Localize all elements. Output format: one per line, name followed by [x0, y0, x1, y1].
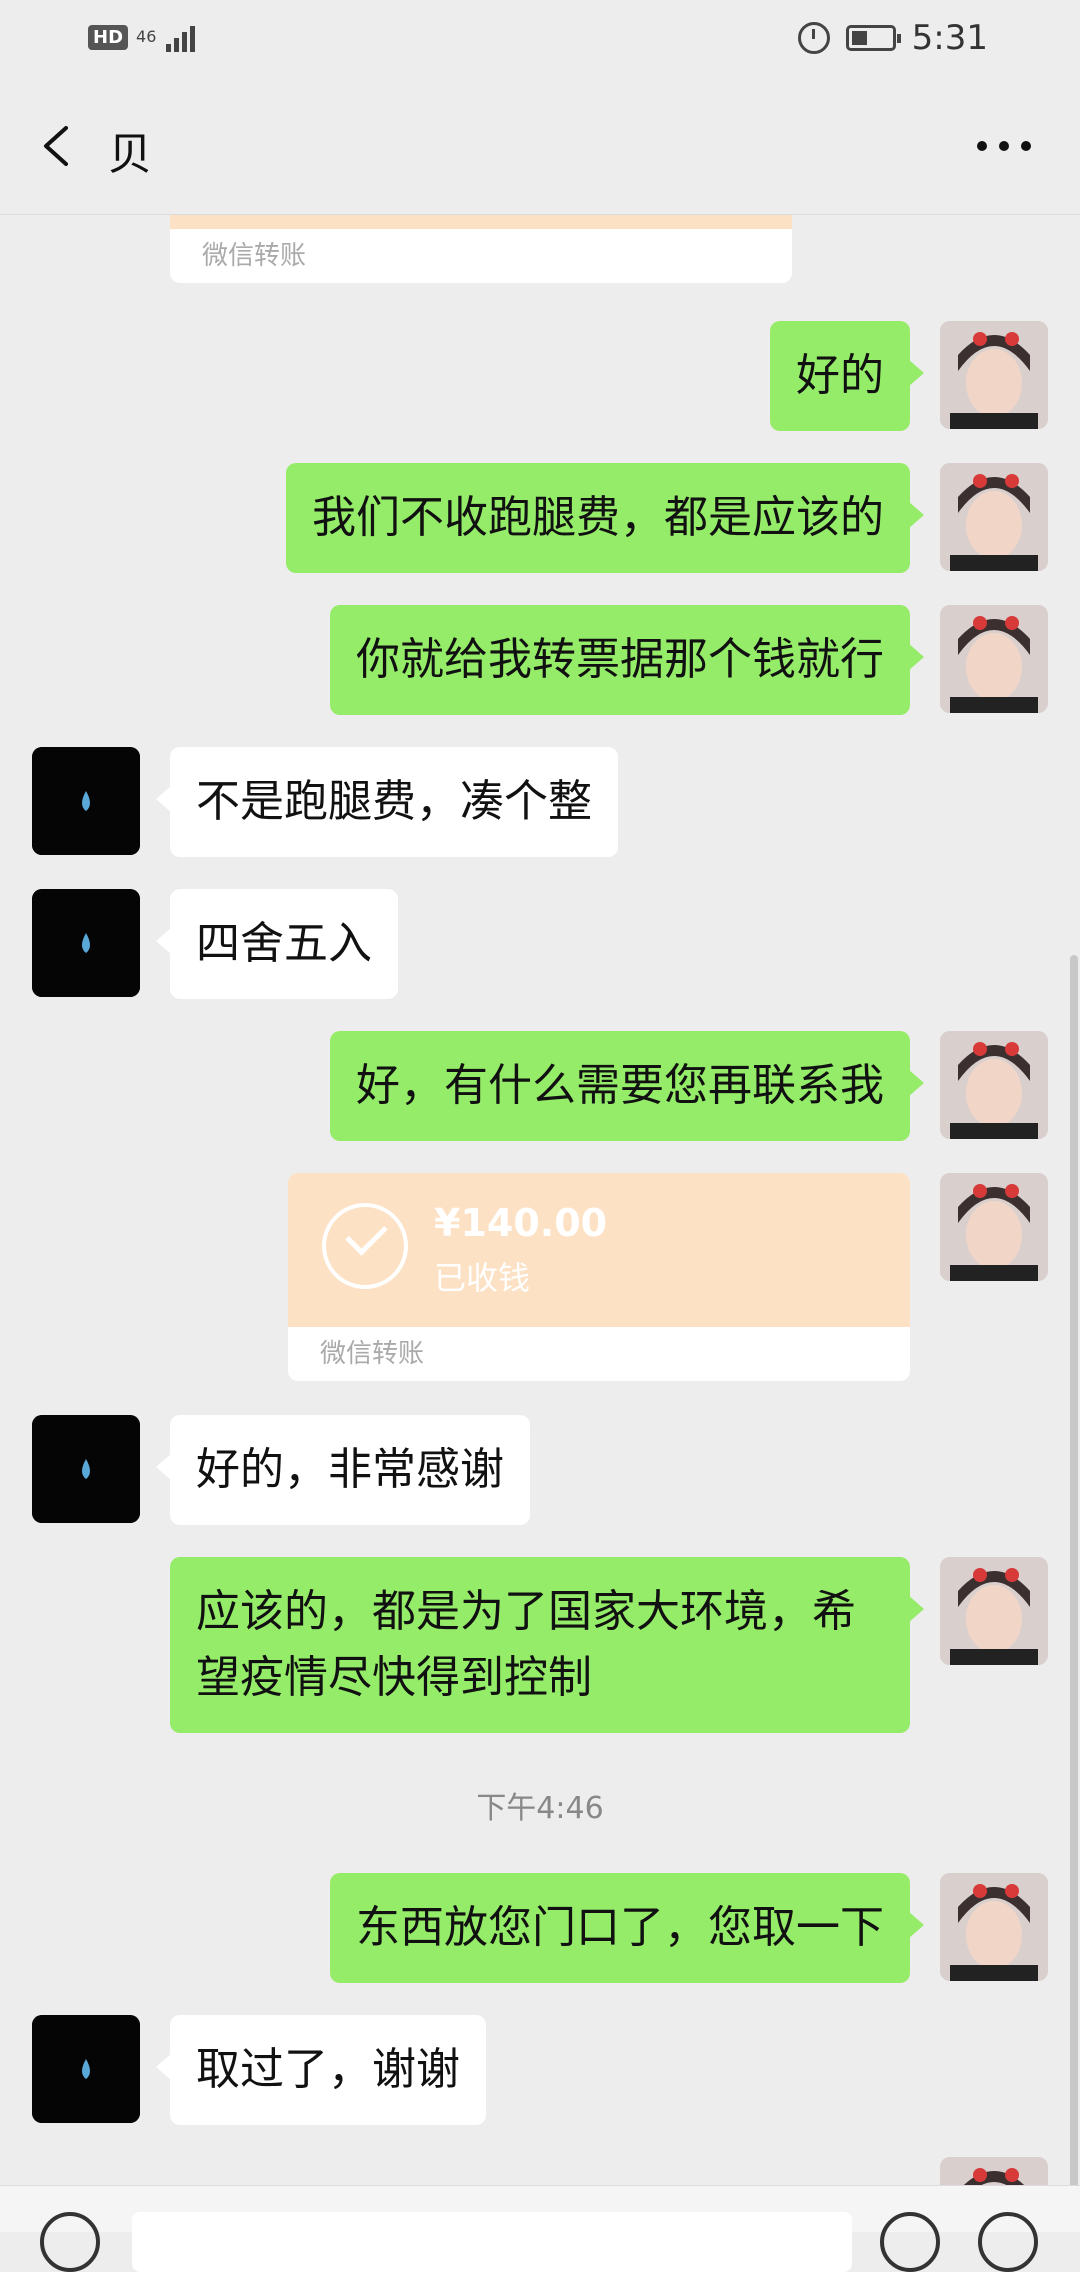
message-input[interactable]	[132, 2212, 852, 2272]
message-bubble[interactable]: 好的，非常感谢	[156, 1415, 530, 1525]
message-bubble[interactable]: 东西放您门口了，您取一下	[330, 1873, 924, 1983]
transfer-card[interactable]: ¥140.00 已收钱 微信转账	[288, 1173, 910, 1381]
voice-icon[interactable]	[40, 2212, 100, 2272]
plus-icon[interactable]	[978, 2212, 1038, 2272]
avatar-me[interactable]	[940, 1873, 1048, 1981]
message-bubble[interactable]: 我们不收跑腿费，都是应该的	[286, 463, 924, 573]
message-bubble[interactable]: 应该的，都是为了国家大环境，希望疫情尽快得到控制	[170, 1557, 924, 1733]
status-right: 5:31	[797, 18, 988, 58]
status-left: HD 46	[88, 22, 196, 52]
chevron-left-icon[interactable]	[36, 124, 80, 168]
message-bubble[interactable]: 好的	[770, 321, 924, 431]
avatar-me[interactable]	[940, 1031, 1048, 1139]
chat-area[interactable]: 微信转账 好的 我们不收跑腿费，都是应该的 你就给我转票据那个钱就行 不是跑腿费…	[0, 215, 1080, 2185]
avatar-me[interactable]	[940, 605, 1048, 713]
message-bubble[interactable]: 不是跑腿费，凑个整	[156, 747, 618, 857]
message-bubble[interactable]: 好，有什么需要您再联系我	[330, 1031, 924, 1141]
transfer-amount: ¥140.00	[434, 1201, 608, 1245]
battery-icon	[845, 25, 901, 51]
avatar-other[interactable]	[32, 2015, 140, 2123]
alarm-icon	[797, 22, 830, 54]
avatar-other[interactable]	[32, 1415, 140, 1523]
avatar-me[interactable]	[940, 2157, 1048, 2185]
hd-badge: HD	[88, 24, 129, 50]
more-dots-icon[interactable]	[974, 132, 1034, 160]
message-bubble[interactable]: 你就给我转票据那个钱就行	[330, 605, 924, 715]
avatar-me[interactable]	[940, 463, 1048, 571]
message-bubble[interactable]: 取过了，谢谢	[156, 2015, 486, 2125]
transfer-label: 微信转账	[320, 1339, 425, 1369]
chat-timestamp: 下午4:46	[476, 1791, 604, 1826]
avatar-me[interactable]	[940, 1173, 1048, 1281]
avatar-other[interactable]	[32, 889, 140, 997]
status-time: 5:31	[911, 18, 988, 58]
transfer-status: 已收钱	[434, 1259, 531, 1297]
status-bar: HD 46 5:31	[0, 0, 1080, 80]
network-type: 46	[136, 27, 157, 46]
message-bubble[interactable]: 四舍五入	[156, 889, 398, 999]
chat-header: 贝	[0, 80, 1080, 215]
signal-icon	[166, 22, 196, 52]
check-circle-icon	[322, 1203, 408, 1289]
scrollbar[interactable]	[1070, 955, 1078, 2185]
transfer-card-partial[interactable]: 微信转账	[170, 215, 792, 283]
emoji-icon[interactable]	[880, 2212, 940, 2272]
avatar-me[interactable]	[940, 321, 1048, 429]
avatar-other[interactable]	[32, 747, 140, 855]
avatar-me[interactable]	[940, 1557, 1048, 1665]
transfer-label: 微信转账	[202, 241, 307, 271]
chat-title: 贝	[108, 129, 152, 180]
input-bar	[0, 2185, 1080, 2272]
